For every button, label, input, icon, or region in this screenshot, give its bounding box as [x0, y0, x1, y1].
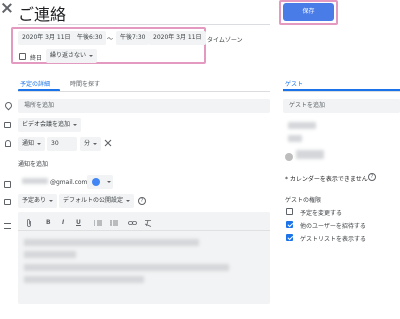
redacted-text-line	[24, 239, 199, 246]
bell-icon	[5, 140, 11, 147]
repeat-label: 繰り返さない	[50, 52, 87, 59]
chevron-down-icon	[89, 54, 94, 57]
guest-divider	[283, 91, 400, 92]
tabs-divider	[18, 91, 270, 92]
redacted-text-line	[24, 251, 76, 258]
paperclip-icon[interactable]	[26, 219, 32, 227]
italic-button[interactable]: I	[62, 219, 64, 226]
link-icon[interactable]	[128, 220, 137, 226]
start-date[interactable]: 2020年 3月 11日	[18, 31, 75, 45]
permission-modify-event-checkbox[interactable]	[286, 208, 293, 215]
add-video-conference-button[interactable]: ビデオ会議を追加	[18, 118, 82, 132]
chevron-down-icon	[73, 123, 78, 126]
permission-label: 予定を変更する	[300, 210, 343, 217]
notification-value-input[interactable]: 30	[47, 137, 77, 151]
editor-toolbar-divider	[18, 230, 270, 231]
permission-label: ゲストリストを表示する	[300, 236, 367, 243]
availability-label: 予定あり	[22, 197, 47, 204]
timezone-link[interactable]: タイムゾーン	[207, 35, 243, 44]
permission-see-guest-list-checkbox[interactable]	[286, 234, 293, 241]
tab-guests[interactable]: ゲスト	[285, 79, 303, 88]
calendar-icon	[4, 181, 11, 188]
tab-find-time[interactable]: 時間を探す	[70, 79, 100, 88]
redacted-guest-name	[288, 135, 302, 142]
clear-formatting-icon[interactable]	[144, 219, 152, 227]
save-button[interactable]: 保存	[283, 3, 334, 21]
calendar-unavailable-note: * カレンダーを表示できません	[285, 176, 368, 183]
permission-label: 他のユーザーを招待する	[300, 223, 366, 230]
redacted-guest-name	[288, 122, 316, 129]
redacted-text-line	[24, 264, 229, 271]
redacted-text-line	[24, 276, 144, 283]
availability-dropdown[interactable]: 予定あり	[18, 194, 58, 208]
redacted-guest-email	[296, 150, 324, 159]
chevron-down-icon	[93, 142, 98, 145]
all-day-label: 終日	[30, 55, 43, 62]
location-input[interactable]: 場所を追加	[18, 99, 270, 113]
location-icon	[3, 100, 14, 111]
time-separator: ～	[107, 36, 114, 43]
end-date[interactable]: 2020年 3月 11日	[149, 31, 206, 45]
notification-unit-dropdown[interactable]: 分	[80, 137, 102, 151]
start-time[interactable]: 午後6:30	[73, 31, 107, 45]
add-notification-link[interactable]: 通知を追加	[18, 159, 48, 168]
visibility-label: デフォルトの公開設定	[63, 197, 124, 204]
notification-type-dropdown[interactable]: 通知	[18, 137, 46, 151]
notification-type-label: 通知	[22, 140, 35, 147]
tab-event-details[interactable]: 予定の詳細	[20, 79, 50, 88]
calendar-email: @gmail.com	[50, 179, 88, 186]
help-icon[interactable]: ?	[368, 173, 376, 181]
chevron-down-icon	[126, 199, 131, 202]
permission-invite-others-checkbox[interactable]	[286, 221, 293, 228]
video-label: ビデオ会議を追加	[22, 121, 71, 128]
title-underline	[18, 24, 270, 25]
avatar	[285, 153, 293, 161]
underline-button[interactable]: U	[76, 219, 81, 226]
description-icon	[4, 223, 11, 229]
bold-button[interactable]: B	[46, 219, 51, 226]
all-day-checkbox[interactable]	[19, 53, 26, 60]
briefcase-icon	[4, 199, 11, 205]
event-title[interactable]: ご連絡	[18, 1, 66, 25]
end-time[interactable]: 午後7:30	[116, 31, 150, 45]
help-icon[interactable]: ?	[138, 197, 146, 205]
video-icon	[4, 122, 11, 128]
bulleted-list-icon[interactable]	[110, 220, 118, 226]
visibility-dropdown[interactable]: デフォルトの公開設定	[59, 194, 135, 208]
calendar-color-dot	[92, 178, 100, 186]
repeat-dropdown[interactable]: 繰り返さない	[46, 49, 98, 63]
notification-unit-label: 分	[84, 140, 91, 147]
guest-permissions-title: ゲストの権限	[285, 197, 322, 204]
close-icon[interactable]	[2, 3, 12, 13]
chevron-down-icon	[37, 142, 42, 145]
numbered-list-icon[interactable]	[94, 220, 102, 226]
redacted-account-name	[22, 178, 48, 184]
remove-notification-icon[interactable]	[104, 139, 112, 147]
add-guest-input[interactable]: ゲストを追加	[283, 99, 400, 113]
chevron-down-icon	[107, 181, 111, 183]
chevron-down-icon	[49, 199, 54, 202]
